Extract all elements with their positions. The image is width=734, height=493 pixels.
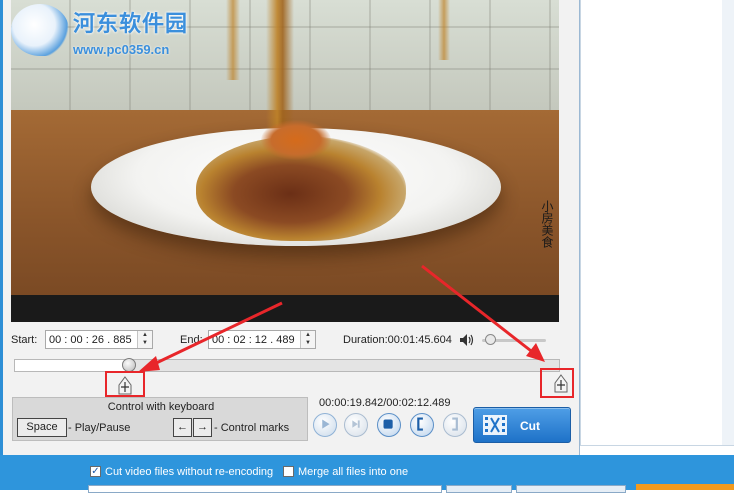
duration-text: Duration:00:01:45.604 <box>343 334 452 346</box>
spin-up-icon[interactable]: ▲ <box>301 331 315 339</box>
volume-slider-thumb[interactable] <box>485 334 496 345</box>
spin-down-icon[interactable]: ▼ <box>138 339 152 347</box>
file-list-scrollbar[interactable] <box>722 0 734 445</box>
output-folder-field[interactable] <box>88 485 442 493</box>
video-letterbox <box>11 295 559 322</box>
space-key-desc: - Play/Pause <box>68 422 131 434</box>
keyboard-help-title: Control with keyboard <box>107 401 215 413</box>
app-window: 小房美食 河东软件园 www.pc0359.cn Start: 00 : 00 … <box>0 0 734 493</box>
watermark: 河东软件园 www.pc0359.cn <box>11 0 221 62</box>
watermark-title: 河东软件园 <box>73 11 189 36</box>
timeline-played <box>15 360 129 371</box>
watermark-url: www.pc0359.cn <box>73 42 170 57</box>
scissors-film-icon <box>483 415 507 435</box>
open-folder-button[interactable] <box>516 485 626 493</box>
speaker-icon[interactable] <box>460 334 474 346</box>
merge-files-label[interactable]: Merge all files into one <box>298 466 408 478</box>
cut-button[interactable]: Cut <box>473 407 571 443</box>
keyboard-help-panel: Control with keyboard Space - Play/Pause… <box>12 397 308 441</box>
start-time-input[interactable]: 00 : 00 : 26 . 885 ▲ ▼ <box>45 330 153 349</box>
video-preview[interactable]: 小房美食 河东软件园 www.pc0359.cn <box>11 0 559 322</box>
end-time-value: 00 : 02 : 12 . 489 <box>212 334 295 346</box>
right-arrow-key: → <box>193 418 212 437</box>
end-time-input[interactable]: 00 : 02 : 12 . 489 ▲ ▼ <box>208 330 316 349</box>
start-label: Start: <box>11 334 38 346</box>
arrow-keys-desc: - Control marks <box>214 422 290 434</box>
file-list-panel <box>580 0 734 446</box>
stop-icon <box>383 419 393 429</box>
end-marker-highlight <box>540 368 574 398</box>
time-fields-row: Start: 00 : 00 : 26 . 885 ▲ ▼ End: 00 : … <box>11 329 561 351</box>
no-reencode-checkbox[interactable]: ✓ <box>90 466 101 477</box>
end-label: End: <box>180 334 203 346</box>
video-caption: 小房美食 <box>540 200 554 248</box>
left-arrow-key: ← <box>173 418 192 437</box>
next-frame-icon <box>352 420 360 428</box>
next-frame-button[interactable] <box>344 413 368 437</box>
spin-up-icon[interactable]: ▲ <box>138 331 152 339</box>
play-icon <box>322 419 330 429</box>
mark-in-icon <box>417 417 423 431</box>
end-time-spinner[interactable]: ▲ ▼ <box>300 331 315 348</box>
mark-in-button[interactable] <box>410 413 434 437</box>
watermark-logo <box>11 4 69 56</box>
spin-down-icon[interactable]: ▼ <box>301 339 315 347</box>
no-reencode-label[interactable]: Cut video files without re-encoding <box>105 466 273 478</box>
video-sauce-stream-2 <box>226 0 240 80</box>
playback-position: 00:00:19.842/00:02:12.489 <box>319 397 451 409</box>
start-time-spinner[interactable]: ▲ ▼ <box>137 331 152 348</box>
merge-files-checkbox[interactable] <box>283 466 294 477</box>
video-food-top <box>261 120 331 160</box>
space-key: Space <box>17 418 67 437</box>
start-marker-highlight <box>105 371 145 397</box>
play-button[interactable] <box>313 413 337 437</box>
mark-out-button[interactable] <box>443 413 467 437</box>
start-time-value: 00 : 00 : 26 . 885 <box>49 334 132 346</box>
browse-button[interactable] <box>446 485 512 493</box>
start-tab[interactable] <box>636 484 734 490</box>
video-sauce-stream-3 <box>438 0 450 60</box>
mark-out-icon <box>452 417 458 431</box>
cut-button-label: Cut <box>520 419 540 433</box>
stop-button[interactable] <box>377 413 401 437</box>
timeline-thumb[interactable] <box>122 358 136 372</box>
timeline-slider[interactable] <box>14 358 560 372</box>
